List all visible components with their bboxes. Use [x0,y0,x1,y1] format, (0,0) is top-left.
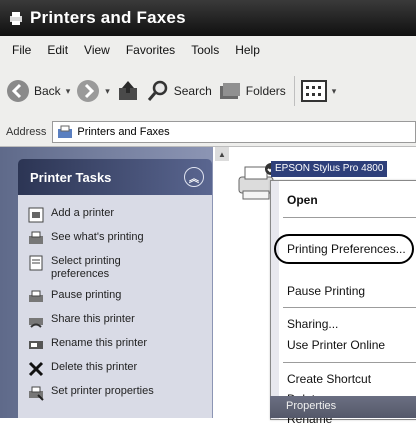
title-bar: Printers and Faxes [0,0,416,36]
address-field[interactable]: Printers and Faxes [52,121,416,143]
views-grid-icon [300,80,327,102]
context-menu: Open Printing Preferences... Pause Print… [270,180,416,426]
printer-tasks-header[interactable]: Printer Tasks ︽ [18,159,212,195]
menu-favorites[interactable]: Favorites [126,43,175,57]
properties-icon [29,386,44,401]
menu-tools[interactable]: Tools [191,43,219,57]
toolbar-separator [293,76,295,106]
pause-printer-icon [29,290,43,302]
task-label: Delete this printer [51,361,138,373]
printers-folder-icon [58,125,73,138]
views-button[interactable]: ▾ [300,73,337,109]
back-label: Back [34,84,61,98]
menu-help[interactable]: Help [235,43,260,57]
menu-bar: File Edit View Favorites Tools Help [0,36,416,65]
back-button[interactable]: Back ▾ [6,73,70,109]
back-arrow-icon [7,80,29,102]
up-folder-icon [118,81,137,100]
folders-label: Folders [245,84,286,98]
menu-separator [283,217,416,218]
menu-sharing[interactable]: Sharing... [287,317,338,331]
context-menu-strip [271,181,279,419]
print-queue-icon [29,231,43,244]
forward-button[interactable]: ▾ [76,73,110,109]
forward-arrow-icon [77,80,100,102]
task-select-printing-preferences[interactable]: Select printing preferences [18,251,212,285]
folders-button[interactable]: Folders [218,73,286,109]
forward-dropdown-icon[interactable]: ▾ [105,86,110,97]
task-share-printer[interactable]: Share this printer [18,309,212,333]
task-delete-printer[interactable]: Delete this printer [18,357,212,381]
task-label: Add a printer [51,207,114,219]
delete-x-icon [28,361,44,377]
menu-properties-label: Properties [286,400,337,412]
menu-open[interactable]: Open [287,193,318,207]
toolbar: Back ▾ ▾ Search Folders ▾ [0,64,416,119]
task-add-printer[interactable]: Add a printer [18,203,212,227]
address-value: Printers and Faxes [77,126,170,138]
printer-tasks-list: Add a printer See what's printing Select… [18,195,212,418]
task-pause-printing[interactable]: Pause printing [18,285,212,309]
up-folder-button[interactable] [116,73,140,109]
printer-name-selected[interactable]: EPSON Stylus Pro 4800 [271,161,388,177]
task-label: Share this printer [51,313,135,325]
task-set-printer-properties[interactable]: Set printer properties [18,381,212,405]
printers-and-faxes-window: Printers and Faxes File Edit View Favori… [0,0,416,426]
address-label: Address [6,126,47,138]
folders-icon [219,83,240,99]
share-printer-icon [29,318,43,328]
menu-view[interactable]: View [84,43,110,57]
task-label: Pause printing [51,289,122,301]
views-dropdown-icon[interactable]: ▾ [332,86,337,97]
task-pane: Printer Tasks ︽ Add a printer See what's… [0,147,213,418]
search-label: Search [173,84,212,98]
address-bar: Address Printers and Faxes [0,118,416,147]
rename-icon [29,341,43,349]
callout-ring [274,234,414,264]
task-see-whats-printing[interactable]: See what's printing [18,227,212,251]
menu-use-printer-online[interactable]: Use Printer Online [287,338,385,352]
search-button[interactable]: Search [146,73,212,109]
menu-separator [283,362,416,363]
printer-tasks-title: Printer Tasks [30,169,112,185]
window-title: Printers and Faxes [30,8,186,27]
menu-separator [283,307,416,308]
menu-properties[interactable]: Properties [270,396,416,418]
scroll-up-icon[interactable]: ▲ [215,147,229,161]
task-label: Set printer properties [51,385,154,397]
menu-file[interactable]: File [12,43,31,57]
search-icon [147,80,167,101]
back-dropdown-icon[interactable]: ▾ [66,86,71,97]
document-icon [29,255,43,271]
add-printer-icon [28,207,44,223]
task-label: Rename this printer [51,337,147,349]
task-rename-printer[interactable]: Rename this printer [18,333,212,357]
printer-folder-icon [10,12,22,25]
menu-create-shortcut[interactable]: Create Shortcut [287,372,371,386]
task-label: Select printing preferences [51,255,121,280]
printer-tasks-panel: Printer Tasks ︽ Add a printer See what's… [18,159,212,418]
task-label: See what's printing [51,231,144,243]
menu-edit[interactable]: Edit [47,43,68,57]
menu-pause-printing[interactable]: Pause Printing [287,284,365,298]
collapse-chevron-icon[interactable]: ︽ [184,167,204,187]
